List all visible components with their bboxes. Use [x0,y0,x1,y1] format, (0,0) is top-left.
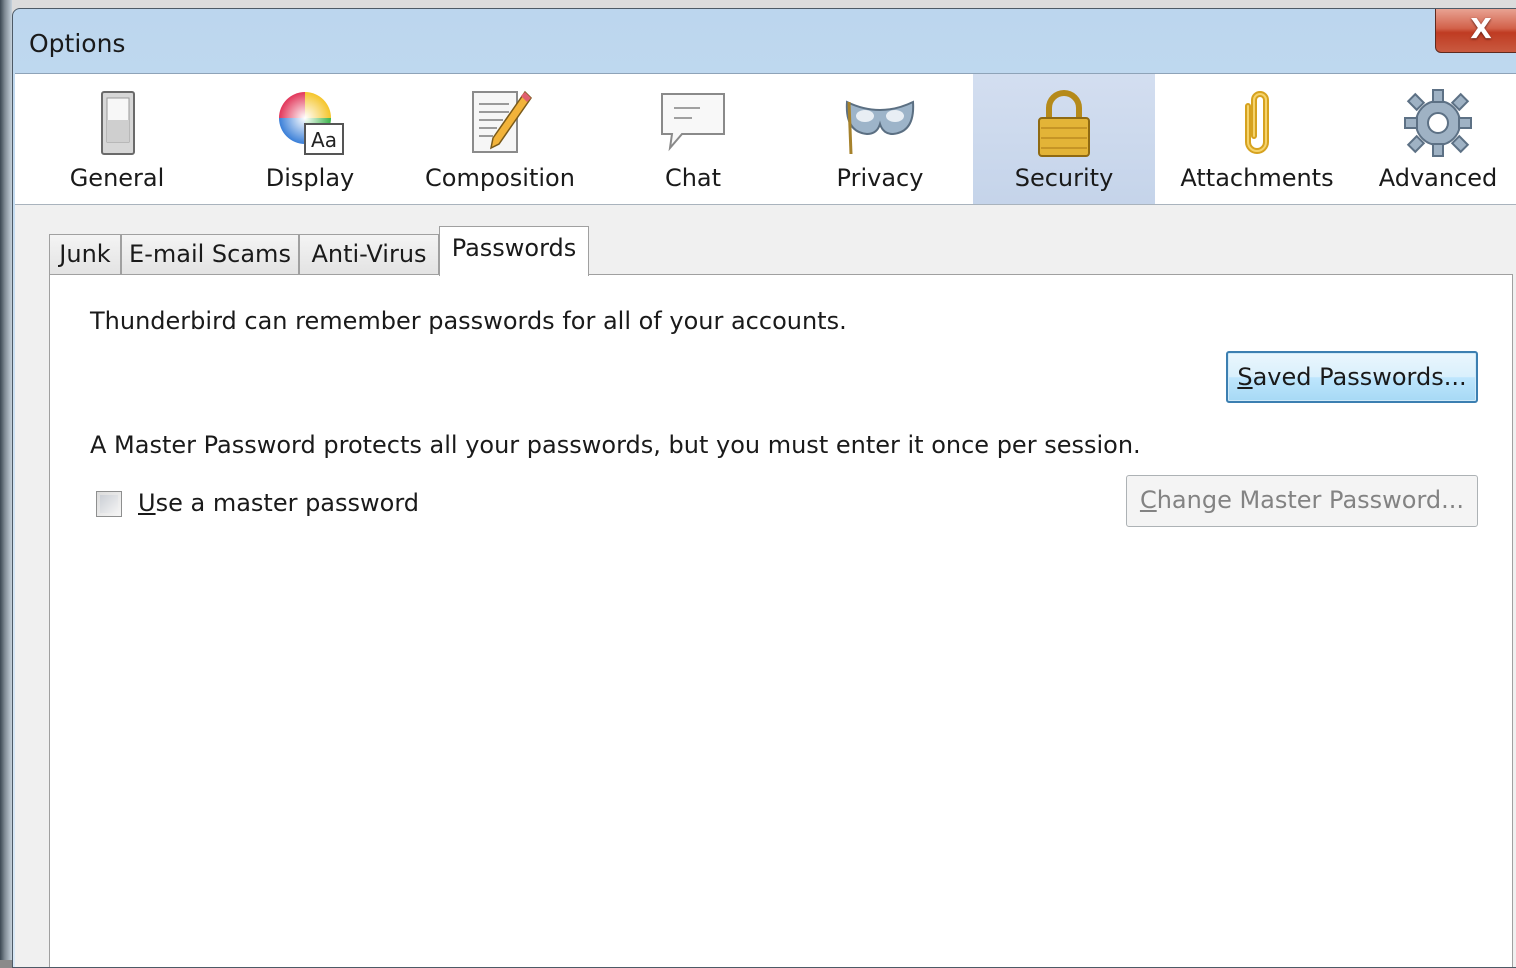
pane-display-label: Display [265,164,355,192]
advanced-gear-icon [1404,89,1472,157]
master-password-checkbox[interactable] [96,491,122,517]
privacy-mask-icon [845,100,915,155]
tab-passwords[interactable]: Passwords [439,226,589,276]
saved-passwords-accesskey: S [1237,363,1253,391]
pane-chat-label: Chat [664,164,722,192]
chat-bubble-icon [661,93,725,152]
passwords-panel: Thunderbird can remember passwords for a… [49,274,1513,967]
pane-privacy[interactable]: Privacy [787,74,973,204]
pane-chat[interactable]: Chat [599,74,787,204]
close-button[interactable]: X [1435,9,1516,53]
pane-composition[interactable]: Composition [401,74,599,204]
options-window: Options X General Aa Display Composition… [12,8,1516,968]
tab-junk[interactable]: Junk [49,234,121,274]
tab-email-scams[interactable]: E-mail Scams [121,234,299,274]
display-color-wheel-icon: Aa [279,92,344,155]
saved-passwords-label: aved Passwords... [1252,363,1467,391]
svg-text:Aa: Aa [311,128,337,152]
security-padlock-icon [1038,90,1090,157]
dialog-content: General Aa Display Composition Chat Priv… [15,73,1516,967]
master-password-checkbox-label[interactable]: Use a master password [138,489,419,517]
attachments-paperclip-icon [1245,91,1269,154]
checkbox-box [100,495,118,513]
remember-passwords-text: Thunderbird can remember passwords for a… [90,307,847,335]
pane-security[interactable]: Security [973,74,1155,204]
background-window-edge [0,0,12,960]
general-switch-icon [101,91,135,155]
pane-advanced[interactable]: Advanced [1359,74,1516,204]
master-password-accesskey: U [138,489,156,517]
tab-anti-virus[interactable]: Anti-Virus [299,234,439,274]
pane-attachments-label: Attachments [1180,164,1334,192]
pane-privacy-label: Privacy [836,164,924,192]
pane-composition-label: Composition [425,164,575,192]
change-master-label: hange Master Password... [1156,486,1465,514]
pane-general[interactable]: General [15,74,219,204]
composition-pencil-icon [472,90,532,153]
master-password-label-rest: se a master password [155,489,420,517]
change-master-password-button[interactable]: Change Master Password... [1126,475,1478,527]
pane-general-label: General [69,164,165,192]
pane-display[interactable]: Aa Display [219,74,401,204]
pane-advanced-label: Advanced [1378,164,1498,192]
preferences-pane-toolbar: General Aa Display Composition Chat Priv… [15,74,1516,205]
master-password-text: A Master Password protects all your pass… [90,431,1141,459]
pane-attachments[interactable]: Attachments [1155,74,1359,204]
title-bar[interactable]: Options X [13,9,1516,75]
saved-passwords-button[interactable]: Saved Passwords... [1226,351,1478,403]
close-icon: X [1470,12,1492,45]
pane-security-label: Security [1014,164,1114,192]
window-title: Options [29,29,126,58]
change-master-accesskey: C [1139,486,1157,514]
